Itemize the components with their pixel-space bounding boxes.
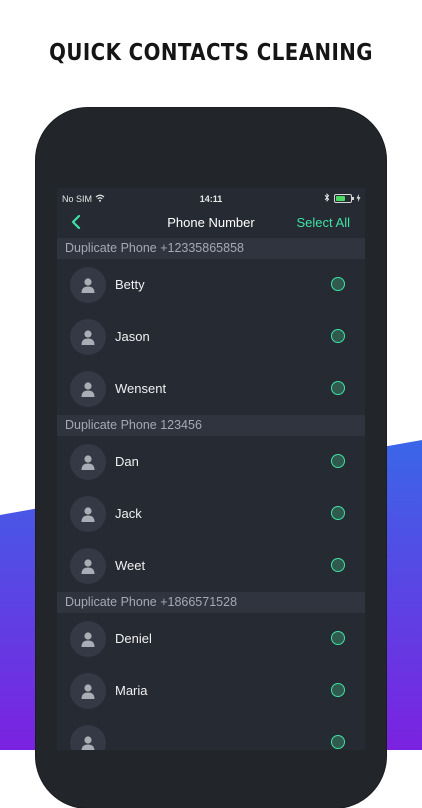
select-contact-checkbox[interactable] [331,558,345,572]
battery-icon [334,194,354,203]
select-contact-checkbox[interactable] [331,683,345,697]
avatar [70,725,106,750]
person-icon [81,684,95,699]
duplicate-group-header: Duplicate Phone +1866571528 [57,592,365,613]
select-all-button[interactable]: Select All [297,215,350,230]
charging-icon [356,193,361,204]
status-right [324,193,361,204]
contact-name: Jason [115,329,150,344]
app-screen: No SIM 14:11 Phone Number Select All Dup… [57,188,365,750]
battery-tip [352,197,354,200]
select-contact-checkbox[interactable] [331,329,345,343]
contact-row[interactable] [57,717,365,750]
person-icon [81,632,95,647]
person-icon [81,278,95,293]
contact-row[interactable]: Weet [57,540,365,592]
duplicate-group-header: Duplicate Phone 123456 [57,415,365,436]
contact-name: Dan [115,454,139,469]
contact-name: Wensent [115,381,167,396]
contact-row[interactable]: Wensent [57,363,365,415]
select-contact-checkbox[interactable] [331,506,345,520]
marketing-headline: QUICK CONTACTS CLEANING [49,40,373,66]
navigation-bar: Phone Number Select All [57,208,365,238]
person-icon [81,330,95,345]
contact-name: Weet [115,558,146,573]
contact-row[interactable]: Betty [57,259,365,311]
contact-name: Betty [115,277,145,292]
select-contact-checkbox[interactable] [331,631,345,645]
select-contact-checkbox[interactable] [331,277,345,291]
contact-row[interactable]: Jason [57,311,365,363]
status-bar: No SIM 14:11 [57,188,365,208]
contact-row[interactable]: Dan [57,436,365,488]
avatar [70,496,106,532]
contact-name: Jack [115,506,142,521]
avatar [70,621,106,657]
select-contact-checkbox[interactable] [331,454,345,468]
bluetooth-icon [324,193,330,204]
contact-row[interactable]: Maria [57,665,365,717]
person-icon [81,382,95,397]
duplicate-group-header: Duplicate Phone +12335865858 [57,238,365,259]
person-icon [81,455,95,470]
select-contact-checkbox[interactable] [331,735,345,749]
status-time: 14:11 [199,194,223,204]
avatar [70,673,106,709]
avatar [70,319,106,355]
contact-name: Deniel [115,631,152,646]
contact-row[interactable]: Deniel [57,613,365,665]
avatar [70,371,106,407]
person-icon [81,559,95,574]
avatar [70,548,106,584]
contact-name: Maria [115,683,148,698]
battery-level [336,196,346,201]
avatar [70,444,106,480]
person-icon [81,736,95,750]
duplicate-groups-list: Duplicate Phone +12335865858 Betty Jason We… [57,238,365,750]
avatar [70,267,106,303]
person-icon [81,507,95,522]
select-contact-checkbox[interactable] [331,381,345,395]
contact-row[interactable]: Jack [57,488,365,540]
